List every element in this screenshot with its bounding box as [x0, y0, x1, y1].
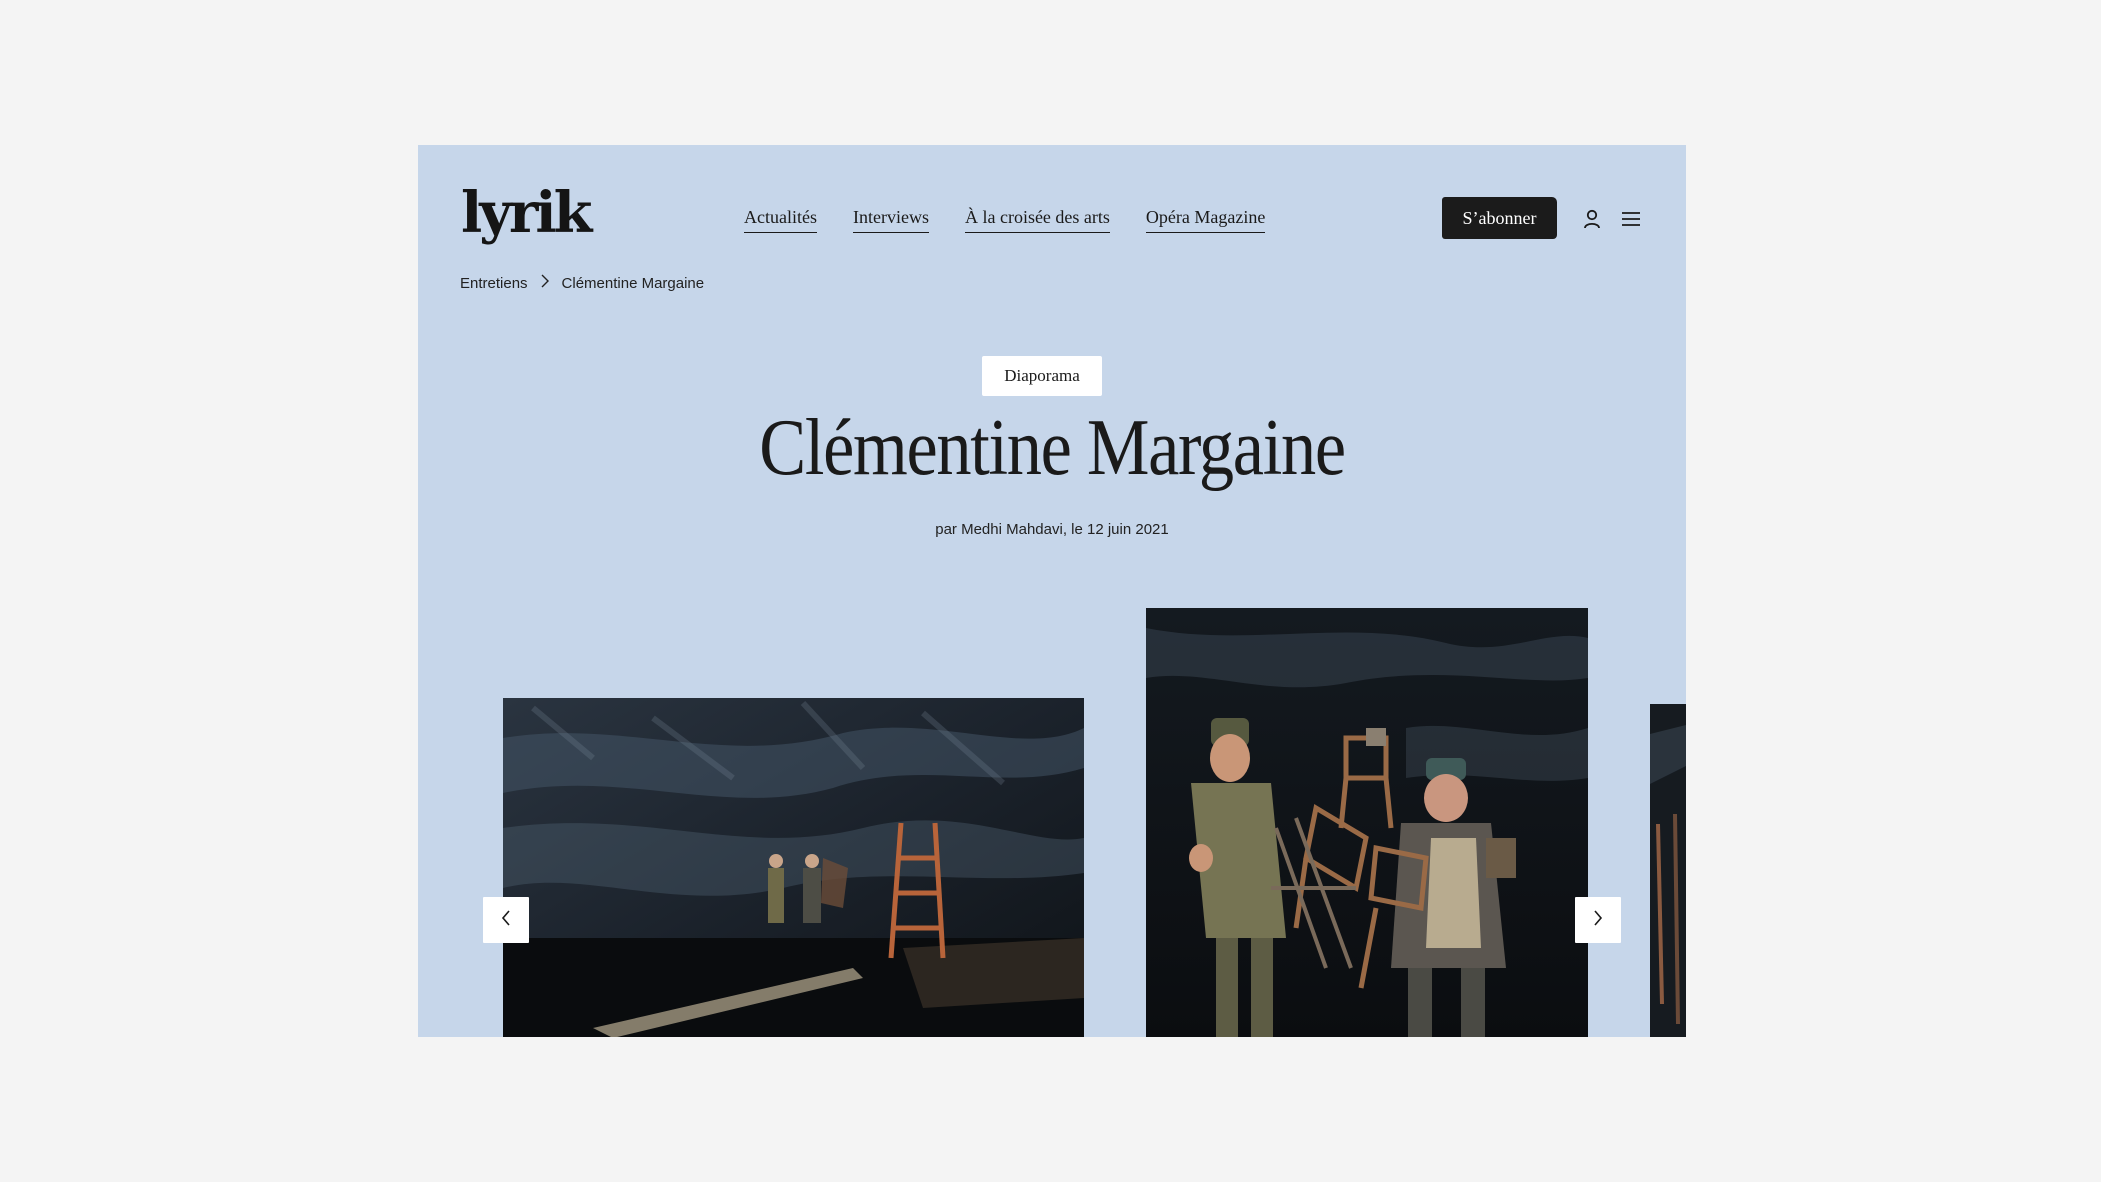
- article-byline: par Medhi Mahdavi, le 12 juin 2021: [935, 521, 1169, 538]
- menu-icon[interactable]: [1618, 206, 1644, 232]
- carousel-prev-button[interactable]: [483, 897, 529, 943]
- subscribe-button[interactable]: S’abonner: [1442, 197, 1557, 239]
- slide-image-next-partial[interactable]: [1650, 704, 1686, 1037]
- site-logo[interactable]: lyrik: [461, 185, 592, 241]
- breadcrumb-item-entretiens[interactable]: Entretiens: [460, 275, 528, 292]
- article-title: Clémentine Margaine: [759, 404, 1346, 492]
- chevron-left-icon: [500, 909, 512, 932]
- user-icon[interactable]: [1579, 206, 1605, 232]
- breadcrumb: Entretiens Clémentine Margaine: [460, 273, 704, 293]
- chevron-right-icon: [540, 273, 550, 293]
- slide-image-performers[interactable]: [1146, 608, 1588, 1037]
- nav-link-opera-magazine[interactable]: Opéra Magazine: [1145, 207, 1266, 233]
- main-nav: Actualités Interviews À la croisée des a…: [744, 207, 1266, 233]
- breadcrumb-item-current: Clémentine Margaine: [561, 274, 705, 292]
- nav-link-interviews[interactable]: Interviews: [852, 207, 929, 233]
- carousel-next-button[interactable]: [1575, 897, 1621, 943]
- nav-link-actualites[interactable]: Actualités: [744, 207, 817, 233]
- slide-image-stage[interactable]: [503, 698, 1084, 1037]
- page-frame: lyrik Actualités Interviews À la croisée…: [418, 145, 1686, 1037]
- category-tag: Diaporama: [982, 356, 1102, 396]
- nav-link-croisee-des-arts[interactable]: À la croisée des arts: [964, 207, 1110, 233]
- chevron-right-icon: [1592, 909, 1604, 932]
